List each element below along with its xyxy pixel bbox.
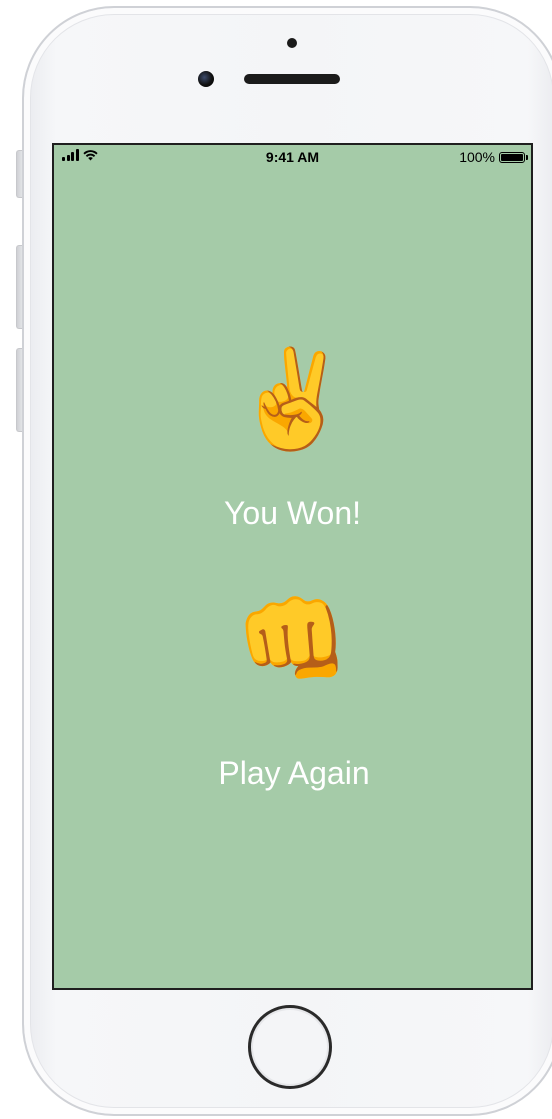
play-again-button[interactable]: Play Again <box>194 745 394 801</box>
battery-percent: 100% <box>459 149 495 165</box>
oncoming-fist-icon: 👊 <box>235 589 350 691</box>
front-camera-icon <box>198 71 214 87</box>
status-right: 100% <box>459 149 528 165</box>
device-frame: 9:41 AM 100% ✌️ You Won! 👊 Play Again <box>0 0 552 1119</box>
battery-icon <box>499 151 528 163</box>
app-screen: 9:41 AM 100% ✌️ You Won! 👊 Play Again <box>52 143 533 990</box>
earpiece-speaker <box>244 74 340 84</box>
victory-hand-icon: ✌️ <box>232 346 353 453</box>
result-label: You Won! <box>224 495 361 531</box>
status-bar: 9:41 AM 100% <box>54 145 531 169</box>
battery-fill <box>501 153 523 161</box>
home-button[interactable] <box>248 1005 332 1089</box>
proximity-sensor <box>287 38 297 48</box>
